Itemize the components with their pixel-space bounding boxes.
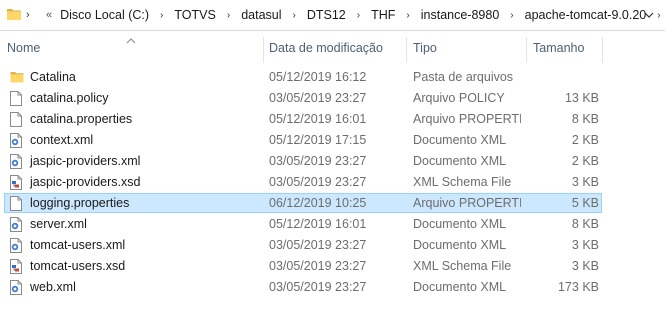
file-date-modified: 03/05/2019 23:27 [269,91,367,105]
file-icon [10,196,24,212]
file-date-modified: 05/12/2019 16:12 [269,70,367,84]
column-header: Nome Data de modificação Tipo Tamanho [0,31,665,65]
file-name: tomcat-users.xsd [30,259,126,273]
column-size[interactable]: Tamanho [533,31,584,65]
column-name[interactable]: Nome [7,31,40,65]
file-size: 8 KB [571,217,599,231]
file-size [525,67,599,88]
xml-document-icon [10,217,24,233]
file-name: catalina.properties [30,112,133,126]
file-name: tomcat-users.xml [30,238,126,252]
file-type: Arquivo PROPERTI... [413,112,521,126]
file-name: context.xml [30,133,94,147]
folder-icon [6,7,22,24]
file-name: jaspic-providers.xsd [30,175,141,189]
file-name: server.xml [30,217,87,231]
file-type: Arquivo POLICY [413,91,505,105]
sort-up-icon [126,33,136,47]
breadcrumb-overflow[interactable]: « [44,9,58,21]
file-size: 8 KB [571,112,599,126]
xml-document-icon [10,154,24,170]
file-size: 3 KB [571,259,599,273]
file-type: Arquivo PROPERTI... [413,196,521,210]
file-size: 3 KB [571,238,599,252]
breadcrumb-separator-icon[interactable]: › [218,10,239,21]
file-size: 5 KB [571,196,599,210]
file-size: 13 KB [564,91,599,105]
breadcrumb-separator-icon[interactable]: › [284,10,305,21]
file-icon [10,91,24,107]
breadcrumb-separator-icon[interactable]: › [348,10,369,21]
file-row[interactable]: tomcat-users.xml 03/05/2019 23:27 Document… [0,235,665,256]
file-type: Documento XML [413,217,507,231]
file-name: logging.properties [30,196,130,210]
file-date-modified: 06/12/2019 10:25 [269,196,367,210]
file-date-modified: 03/05/2019 23:27 [269,238,367,252]
file-type: Pasta de arquivos [413,70,514,84]
file-name: Catalina [30,70,76,84]
file-type: Documento XML [413,280,507,294]
breadcrumb-item[interactable]: DTS12 [305,8,348,22]
file-size: 173 KB [557,280,599,294]
file-row[interactable]: catalina.policy 03/05/2019 23:27 Arquivo P… [0,88,665,109]
overflow-chevron-icon[interactable]: › [26,9,30,21]
file-size: 2 KB [571,154,599,168]
file-type: XML Schema File [413,175,512,189]
file-size: 2 KB [571,133,599,147]
file-icon [10,112,24,128]
breadcrumb-item[interactable]: THF [369,8,397,22]
column-date[interactable]: Data de modificação [269,31,383,65]
breadcrumb-separator-icon[interactable]: › [151,10,172,21]
file-row[interactable]: context.xml 05/12/2019 17:15 Documento XML… [0,130,665,151]
breadcrumb-item[interactable]: TOTVS [172,8,217,22]
column-type[interactable]: Tipo [413,31,437,65]
file-row[interactable]: tomcat-users.xsd 03/05/2019 23:27 XML Sche… [0,256,665,277]
file-size: 3 KB [571,175,599,189]
file-row[interactable]: catalina.properties 05/12/2019 16:01 Arqui… [0,109,665,130]
breadcrumb-item[interactable]: instance-8980 [419,8,502,22]
breadcrumb-separator-icon[interactable]: › [397,10,418,21]
file-row[interactable]: server.xml 05/12/2019 16:01 Documento XML 8… [0,214,665,235]
breadcrumb-item[interactable]: datasul [239,8,283,22]
file-type: XML Schema File [413,259,512,273]
file-row[interactable]: jaspic-providers.xsd 03/05/2019 23:27 XML … [0,172,665,193]
column-divider[interactable] [602,37,603,63]
file-type: Documento XML [413,238,507,252]
file-name: web.xml [30,280,76,294]
file-name: jaspic-providers.xml [30,154,141,168]
file-date-modified: 03/05/2019 23:27 [269,175,367,189]
xml-schema-icon [10,259,24,275]
file-row[interactable]: logging.properties 06/12/2019 10:25 Arquiv… [0,193,665,214]
file-name: catalina.policy [30,91,109,105]
file-date-modified: 03/05/2019 23:27 [269,154,367,168]
file-row[interactable]: web.xml 03/05/2019 23:27 Documento XML 173 … [0,277,665,298]
breadcrumb-separator-icon[interactable]: › [501,10,522,21]
file-row[interactable]: Catalina 05/12/2019 16:12 Pasta de arquivo… [0,67,665,88]
file-date-modified: 05/12/2019 16:01 [269,112,367,126]
xml-document-icon [10,280,24,296]
xml-document-icon [10,133,24,149]
file-list: Catalina 05/12/2019 16:12 Pasta de arquivo… [0,67,665,298]
column-divider[interactable] [406,37,407,63]
breadcrumb-item[interactable]: apache-tomcat-9.0.20 [523,8,649,22]
address-dropdown-icon[interactable] [644,9,654,23]
file-date-modified: 05/12/2019 17:15 [269,133,367,147]
folder-icon [10,70,24,86]
file-type: Documento XML [413,133,507,147]
file-date-modified: 03/05/2019 23:27 [269,280,367,294]
file-date-modified: 05/12/2019 16:01 [269,217,367,231]
breadcrumb-item[interactable]: Disco Local (C:) [58,8,151,22]
breadcrumb: « Disco Local (C:) › TOTVS › datasul › DTS12 › T… [44,0,665,30]
file-type: Documento XML [413,154,507,168]
file-date-modified: 03/05/2019 23:27 [269,259,367,273]
xml-document-icon [10,238,24,254]
column-divider[interactable] [263,37,264,63]
xml-schema-icon [10,175,24,191]
file-row[interactable]: jaspic-providers.xml 03/05/2019 23:27 Docu… [0,151,665,172]
column-divider[interactable] [526,37,527,63]
address-bar[interactable]: › « Disco Local (C:) › TOTVS › datasul › DTS12… [0,0,665,31]
